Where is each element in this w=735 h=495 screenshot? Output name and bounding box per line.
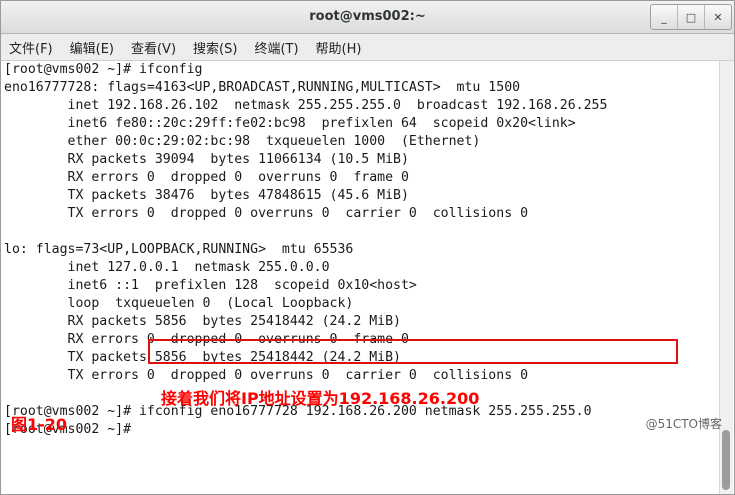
- terminal-line: ether 00:0c:29:02:bc:98 txqueuelen 1000 …: [4, 134, 481, 149]
- terminal-line: [root@vms002 ~]# ifconfig: [4, 62, 203, 77]
- terminal-line: TX packets 38476 bytes 47848615 (45.6 Mi…: [4, 188, 409, 203]
- terminal-window: root@vms002:~ _ □ ✕ 文件(F) 编辑(E) 查看(V) 搜索…: [0, 0, 735, 495]
- terminal-line: lo: flags=73<UP,LOOPBACK,RUNNING> mtu 65…: [4, 242, 354, 257]
- watermark: @51CTO博客: [645, 417, 722, 431]
- terminal-line: inet6 ::1 prefixlen 128 scopeid 0x10<hos…: [4, 278, 417, 293]
- title-bar[interactable]: root@vms002:~ _ □ ✕: [1, 1, 734, 34]
- minimize-button[interactable]: _: [651, 5, 677, 29]
- menu-help[interactable]: 帮助(H): [308, 38, 371, 57]
- terminal-line: TX errors 0 dropped 0 overruns 0 carrier…: [4, 368, 529, 383]
- terminal-line: RX packets 5856 bytes 25418442 (24.2 MiB…: [4, 314, 401, 329]
- maximize-button[interactable]: □: [677, 5, 704, 29]
- terminal-line: inet6 fe80::20c:29ff:fe02:bc98 prefixlen…: [4, 116, 576, 131]
- window-title: root@vms002:~: [309, 9, 426, 24]
- menu-terminal[interactable]: 终端(T): [246, 38, 307, 57]
- terminal-line: RX packets 39094 bytes 11066134 (10.5 Mi…: [4, 152, 409, 167]
- scrollbar-thumb[interactable]: [722, 430, 730, 490]
- menu-edit[interactable]: 编辑(E): [62, 38, 123, 57]
- menu-view[interactable]: 查看(V): [123, 38, 185, 57]
- terminal-line: TX errors 0 dropped 0 overruns 0 carrier…: [4, 206, 529, 221]
- terminal-line: eno16777728: flags=4163<UP,BROADCAST,RUN…: [4, 80, 521, 95]
- terminal-output[interactable]: [root@vms002 ~]# ifconfig eno16777728: fl…: [1, 61, 720, 494]
- annotation-note: 接着我们将IP地址设置为192.168.26.200: [161, 389, 480, 408]
- menu-file[interactable]: 文件(F): [1, 38, 62, 57]
- close-button[interactable]: ✕: [704, 5, 731, 29]
- figure-label: 图1-20: [11, 415, 68, 434]
- highlight-box: [148, 339, 678, 364]
- terminal-line: loop txqueuelen 0 (Local Loopback): [4, 296, 354, 311]
- terminal-line: RX errors 0 dropped 0 overruns 0 frame 0: [4, 170, 409, 185]
- window-controls: _ □ ✕: [650, 4, 732, 30]
- terminal-line: inet 127.0.0.1 netmask 255.0.0.0: [4, 260, 330, 275]
- menu-bar: 文件(F) 编辑(E) 查看(V) 搜索(S) 终端(T) 帮助(H): [1, 34, 734, 61]
- terminal-line: inet 192.168.26.102 netmask 255.255.255.…: [4, 98, 608, 113]
- menu-search[interactable]: 搜索(S): [185, 38, 246, 57]
